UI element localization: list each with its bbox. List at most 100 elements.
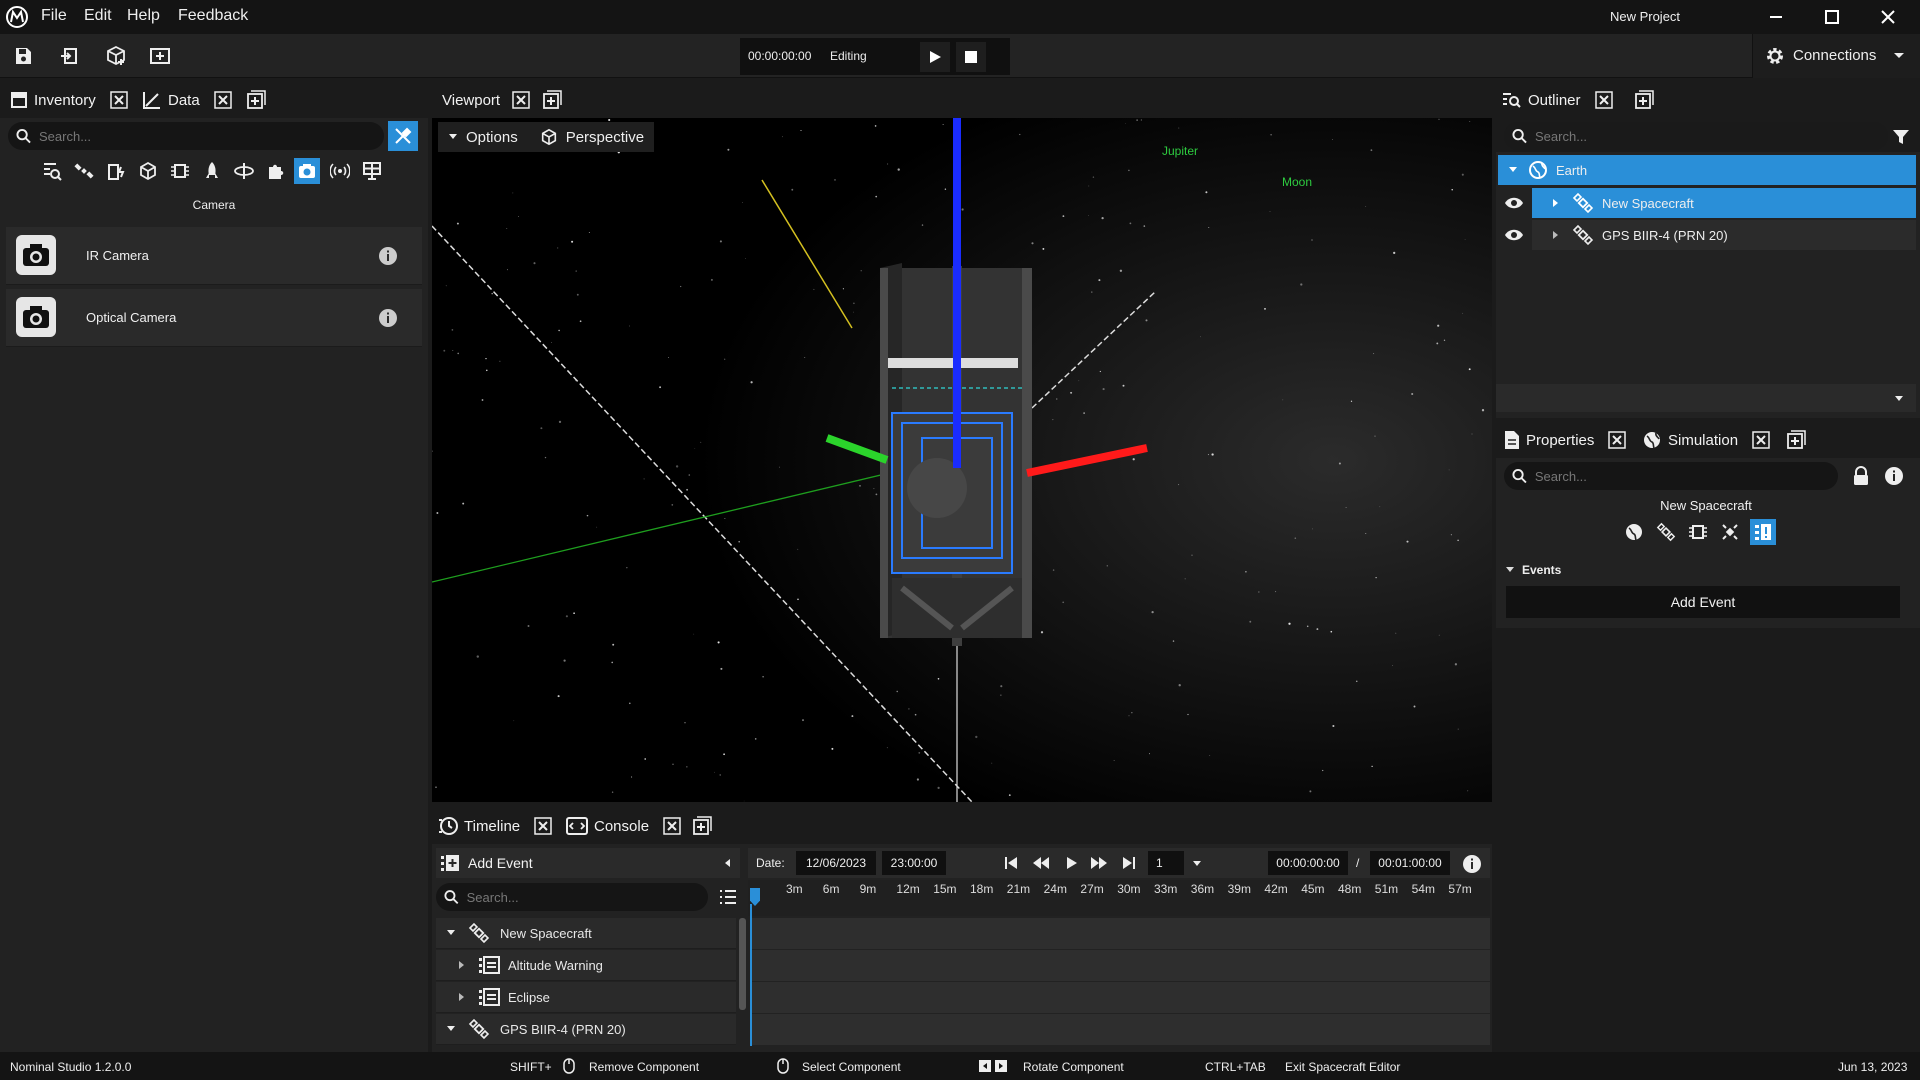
add-left-tab-button[interactable]: [246, 90, 266, 110]
fast-forward-icon[interactable]: [1090, 856, 1108, 870]
inventory-item-optical-camera[interactable]: Optical Camera: [6, 289, 422, 347]
outliner-row-earth[interactable]: Earth: [1498, 155, 1916, 185]
timeline-track[interactable]: [750, 918, 1490, 949]
options-button[interactable]: Options: [466, 129, 518, 146]
menu-file[interactable]: File: [41, 7, 67, 25]
tab-data[interactable]: Data: [142, 82, 232, 118]
orbit-icon[interactable]: [234, 161, 254, 181]
import-button[interactable]: [54, 42, 84, 70]
antenna-icon[interactable]: [330, 161, 350, 181]
properties-add-event-button[interactable]: Add Event: [1506, 586, 1900, 618]
tab-console[interactable]: Console: [566, 808, 681, 844]
add-panel-button[interactable]: [145, 42, 175, 70]
inventory-search[interactable]: [8, 122, 384, 150]
close-data-tab[interactable]: [213, 91, 232, 109]
chip-icon[interactable]: [170, 161, 190, 181]
tab-outliner[interactable]: Outliner: [1502, 82, 1613, 118]
chevron-down-icon[interactable]: [1192, 860, 1202, 867]
chip-icon[interactable]: [1688, 522, 1708, 542]
timeline-track[interactable]: [750, 1014, 1490, 1045]
close-viewport-tab[interactable]: [512, 91, 530, 109]
viewport-scene[interactable]: Jupiter Moon: [432, 118, 1492, 802]
speed-field[interactable]: 1: [1148, 851, 1184, 875]
minimize-button[interactable]: [1756, 4, 1796, 30]
timeline-track[interactable]: [750, 950, 1490, 981]
search-list-icon[interactable]: [42, 161, 62, 181]
add-object-button[interactable]: [101, 42, 131, 70]
end-time-field[interactable]: 00:01:00:00: [1370, 851, 1450, 875]
inventory-search-input[interactable]: [39, 128, 384, 144]
tab-timeline[interactable]: Timeline: [438, 808, 552, 844]
constellation-icon[interactable]: [1720, 522, 1740, 542]
satellite-icon[interactable]: [1656, 522, 1676, 542]
filter-icon[interactable]: [1892, 128, 1910, 146]
timeline-rows-scrollbar[interactable]: [739, 918, 746, 1010]
menu-help[interactable]: Help: [127, 7, 160, 25]
satellite-icon[interactable]: [74, 161, 94, 181]
cube-icon[interactable]: [138, 161, 158, 181]
puzzle-icon[interactable]: [266, 161, 286, 181]
timeline-search[interactable]: [436, 883, 708, 911]
power-icon[interactable]: [106, 161, 126, 181]
add-properties-tab-button[interactable]: [1786, 430, 1806, 450]
tab-simulation[interactable]: Simulation: [1642, 422, 1770, 458]
date-field[interactable]: 12/06/2023: [796, 851, 876, 875]
info-icon[interactable]: [378, 246, 398, 266]
close-window-button[interactable]: [1868, 4, 1908, 30]
chevron-left-icon[interactable]: [724, 858, 731, 868]
skip-end-icon[interactable]: [1122, 856, 1136, 870]
toolbar-play-button[interactable]: [920, 42, 950, 72]
add-viewport-tab-button[interactable]: [542, 90, 562, 110]
timeline-track[interactable]: [750, 982, 1490, 1013]
outliner-row-gps-biir-4[interactable]: GPS BIIR-4 (PRN 20): [1532, 220, 1916, 250]
menu-edit[interactable]: Edit: [84, 7, 112, 25]
visibility-toggle[interactable]: [1498, 220, 1530, 250]
outliner-search[interactable]: [1504, 122, 1888, 150]
events-icon[interactable]: [1750, 519, 1776, 545]
timeline-row-new-spacecraft[interactable]: New Spacecraft: [436, 918, 736, 949]
timeline-add-event-button[interactable]: Add Event: [440, 852, 533, 874]
lock-icon[interactable]: [1852, 466, 1870, 486]
properties-search[interactable]: [1504, 462, 1838, 490]
timeline-row-eclipse[interactable]: Eclipse: [436, 982, 736, 1013]
tools-button[interactable]: [388, 121, 418, 151]
solar-panel-icon[interactable]: [362, 161, 382, 181]
perspective-button[interactable]: Perspective: [566, 129, 644, 146]
connections-dropdown[interactable]: Connections: [1752, 34, 1920, 78]
add-outliner-tab-button[interactable]: [1634, 90, 1654, 110]
time-field[interactable]: 23:00:00: [882, 851, 946, 875]
inventory-item-ir-camera[interactable]: IR Camera: [6, 227, 422, 285]
add-timeline-tab-button[interactable]: [692, 816, 712, 836]
close-timeline-tab[interactable]: [534, 817, 552, 835]
list-icon[interactable]: [719, 889, 737, 905]
skip-start-icon[interactable]: [1004, 856, 1018, 870]
events-section-header[interactable]: Events: [1496, 556, 1920, 584]
visibility-toggle[interactable]: [1498, 188, 1530, 218]
viewport-3d[interactable]: Jupiter Moon Options Perspective: [432, 118, 1492, 802]
save-button[interactable]: [8, 42, 38, 70]
info-icon[interactable]: [1462, 854, 1482, 874]
timeline-row-gps-biir-4[interactable]: GPS BIIR-4 (PRN 20): [436, 1014, 736, 1045]
tab-viewport[interactable]: Viewport: [442, 82, 530, 118]
current-time-field[interactable]: 00:00:00:00: [1268, 851, 1348, 875]
properties-search-input[interactable]: [1534, 468, 1838, 484]
play-icon[interactable]: [1066, 856, 1078, 870]
info-icon[interactable]: [378, 308, 398, 328]
camera-icon[interactable]: [294, 158, 320, 184]
timeline-row-altitude-warning[interactable]: Altitude Warning: [436, 950, 736, 981]
rocket-icon[interactable]: [202, 161, 222, 181]
close-properties-tab[interactable]: [1608, 431, 1627, 449]
outliner-collapse-bar[interactable]: [1496, 384, 1916, 412]
close-inventory-tab[interactable]: [109, 91, 128, 109]
info-icon[interactable]: [1884, 466, 1904, 486]
menu-feedback[interactable]: Feedback: [178, 7, 248, 25]
globe-icon[interactable]: [1624, 522, 1644, 542]
outliner-search-input[interactable]: [1535, 128, 1888, 144]
tab-inventory[interactable]: Inventory: [10, 82, 128, 118]
close-simulation-tab[interactable]: [1752, 431, 1770, 449]
tab-properties[interactable]: Properties: [1504, 422, 1627, 458]
close-outliner-tab[interactable]: [1594, 91, 1613, 109]
outliner-row-new-spacecraft[interactable]: New Spacecraft: [1532, 188, 1916, 218]
maximize-button[interactable]: [1812, 4, 1852, 30]
toolbar-stop-button[interactable]: [956, 42, 986, 72]
